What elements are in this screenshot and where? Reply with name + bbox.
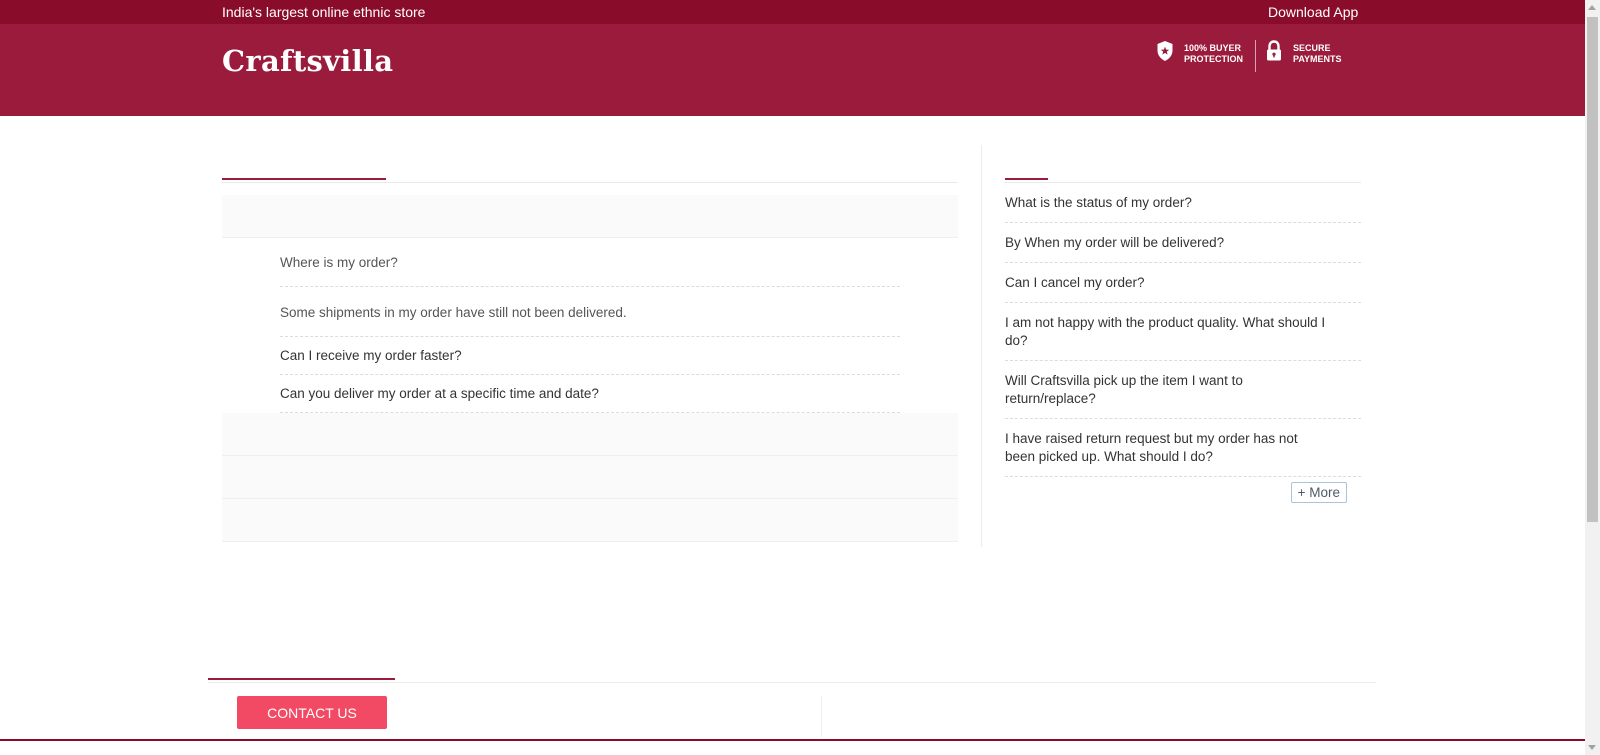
heading-accent-line [222, 178, 386, 180]
faq-category-row[interactable] [222, 195, 958, 238]
secure-payments-line2: PAYMENTS [1293, 53, 1342, 64]
secure-payments-line1: SECURE [1293, 42, 1331, 53]
column-divider [981, 145, 982, 547]
scrollbar-thumb[interactable] [1587, 17, 1598, 522]
faq-question-list: Where is my order? Some shipments in my … [222, 238, 958, 413]
popular-question-item[interactable]: What is the status of my order? [1005, 183, 1361, 223]
popular-question-item[interactable]: Can I cancel my order? [1005, 263, 1361, 303]
faq-category-row[interactable] [222, 456, 958, 499]
top-strip: India's largest online ethnic store Down… [0, 0, 1585, 24]
faq-question-item[interactable]: Where is my order? [280, 238, 900, 287]
faq-question-item[interactable]: Some shipments in my order have still no… [280, 287, 900, 337]
popular-questions-section: What is the status of my order? By When … [1005, 145, 1361, 503]
buyer-protection-badge: 100% BUYER PROTECTION [1156, 40, 1246, 67]
craftsvilla-logo[interactable]: Craftsvilla [222, 44, 393, 78]
buyer-protection-line1: 100% BUYER [1184, 42, 1242, 53]
more-button[interactable]: + More [1290, 482, 1347, 503]
faq-category-row[interactable] [222, 413, 958, 456]
popular-question-item[interactable]: By When my order will be delivered? [1005, 223, 1361, 263]
download-app-link[interactable]: Download App [1268, 4, 1358, 20]
faq-section: Where is my order? Some shipments in my … [222, 145, 958, 542]
page-scrollbar[interactable] [1585, 0, 1600, 755]
shield-star-icon [1156, 40, 1174, 67]
popular-question-item[interactable]: Will Craftsvilla pick up the item I want… [1005, 361, 1361, 419]
scroll-down-arrow-icon[interactable] [1588, 745, 1596, 750]
buyer-protection-line2: PROTECTION [1184, 53, 1244, 64]
secure-payments-badge: SECURE PAYMENTS [1265, 40, 1355, 67]
footer-heading [208, 678, 1376, 683]
popular-question-item[interactable]: I am not happy with the product quality.… [1005, 303, 1361, 361]
site-header: Craftsvilla 100% BUYER PROTECTION SECURE… [0, 24, 1585, 116]
popular-section-heading [1005, 145, 1361, 183]
heading-accent-line [208, 678, 395, 680]
popular-question-item[interactable]: I have raised return request but my orde… [1005, 419, 1361, 477]
badge-divider [1255, 40, 1256, 72]
faq-question-item[interactable]: Can you deliver my order at a specific t… [280, 375, 900, 413]
bottom-border [0, 739, 1585, 741]
faq-question-item[interactable]: Can I receive my order faster? [280, 337, 900, 375]
contact-us-button[interactable]: CONTACT US [237, 696, 387, 729]
padlock-icon [1265, 40, 1283, 67]
faq-category-row[interactable] [222, 499, 958, 542]
scroll-up-arrow-icon[interactable] [1588, 5, 1596, 10]
heading-accent-line [1005, 178, 1048, 180]
footer-divider [821, 696, 822, 737]
faq-section-heading [222, 145, 958, 183]
store-tagline: India's largest online ethnic store [222, 4, 426, 20]
